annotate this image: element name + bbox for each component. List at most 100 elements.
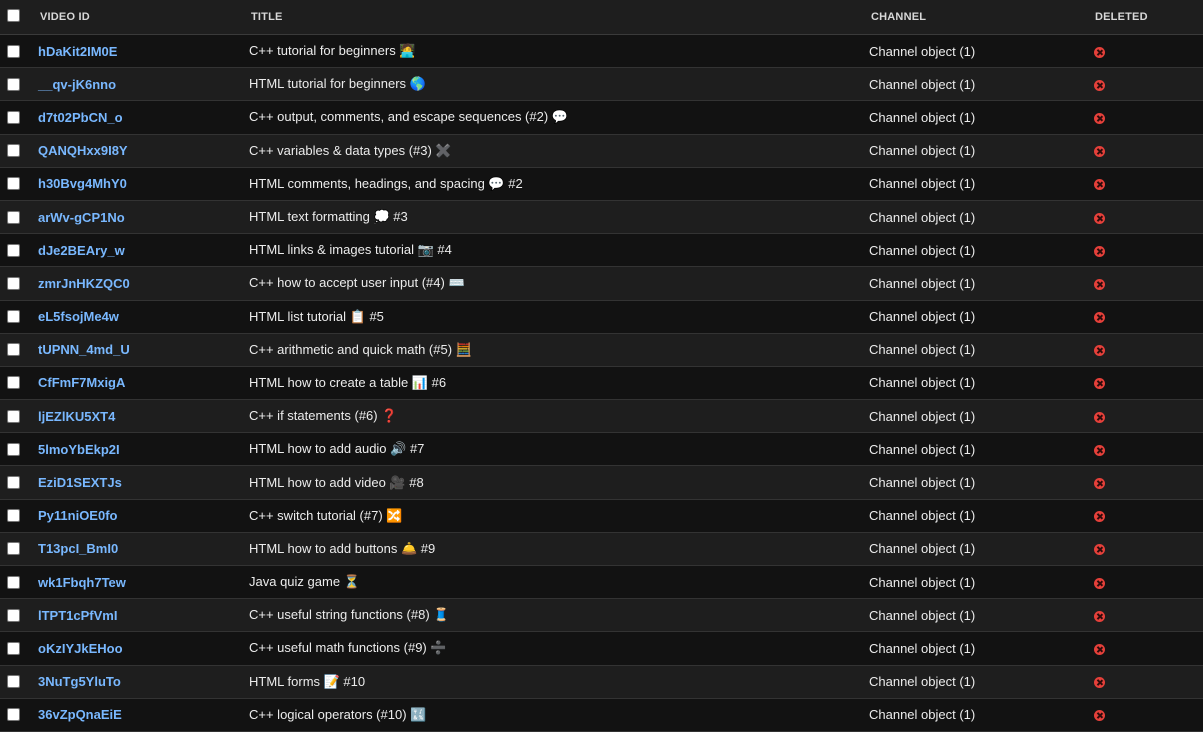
row-select-checkbox[interactable]	[7, 77, 20, 91]
video-id-link[interactable]: ljEZlKU5XT4	[38, 409, 115, 424]
deleted-cell	[1094, 35, 1105, 67]
channel-value: Channel object (1)	[869, 76, 976, 92]
video-id-link[interactable]: eL5fsojMe4w	[38, 309, 119, 324]
table-body: hDaKit2IM0E C++ tutorial for beginners 🧑‍…	[0, 35, 1203, 732]
row-select-checkbox[interactable]	[7, 44, 20, 58]
table-row: zmrJnHKZQC0 C++ how to accept user input …	[0, 267, 1203, 301]
row-select-checkbox[interactable]	[7, 310, 20, 324]
table-row: T13pcI_BmI0 HTML how to add buttons 🛎️ #9…	[0, 532, 1203, 566]
channel-value: Channel object (1)	[869, 707, 976, 723]
channel-value: Channel object (1)	[869, 640, 976, 656]
table-row: oKzIYJkEHoo C++ useful math functions (#9…	[0, 632, 1203, 666]
video-id-link[interactable]: 36vZpQnaEiE	[38, 707, 122, 722]
table-row: __qv-jK6nno HTML tutorial for beginners 🌎…	[0, 68, 1203, 102]
video-id-link[interactable]: __qv-jK6nno	[38, 77, 116, 92]
deleted-cell	[1094, 101, 1105, 133]
delete-x-circle-icon	[1094, 411, 1105, 423]
video-id-link[interactable]: QANQHxx9I8Y	[38, 143, 128, 158]
channel-cell: Channel object (1)	[869, 168, 975, 200]
video-id-link[interactable]: oKzIYJkEHoo	[38, 641, 123, 656]
row-select-checkbox[interactable]	[7, 542, 20, 556]
deleted-cell	[1094, 234, 1105, 266]
row-select-checkbox[interactable]	[7, 608, 20, 622]
channel-value: Channel object (1)	[869, 143, 976, 159]
delete-x-circle-icon	[1094, 511, 1105, 523]
video-id-cell: T13pcI_BmI0	[38, 533, 118, 565]
row-select-checkbox[interactable]	[7, 675, 20, 689]
row-select-cell	[7, 201, 21, 233]
channel-value: Channel object (1)	[869, 674, 976, 690]
video-id-cell: Py11niOE0fo	[38, 500, 117, 532]
column-header-channel[interactable]: CHANNEL	[871, 0, 926, 34]
video-id-link[interactable]: hDaKit2IM0E	[38, 44, 117, 59]
video-id-link[interactable]: lTPT1cPfVmI	[38, 608, 117, 623]
video-id-link[interactable]: Py11niOE0fo	[38, 508, 117, 523]
video-id-link[interactable]: EziD1SEXTJs	[38, 475, 122, 490]
channel-cell: Channel object (1)	[869, 135, 975, 167]
video-id-link[interactable]: T13pcI_BmI0	[38, 541, 118, 556]
row-select-checkbox[interactable]	[7, 110, 20, 124]
title-cell: C++ variables & data types (#3) ✖️	[249, 135, 452, 167]
row-select-cell	[7, 367, 21, 399]
deleted-cell	[1094, 201, 1105, 233]
row-select-checkbox[interactable]	[7, 177, 20, 191]
row-select-checkbox[interactable]	[7, 509, 20, 523]
column-header-video-id[interactable]: VIDEO ID	[40, 0, 90, 34]
row-select-checkbox[interactable]	[7, 476, 20, 490]
video-id-link[interactable]: arWv-gCP1No	[38, 210, 125, 225]
video-title: HTML text formatting 💭 #3	[249, 209, 408, 225]
video-id-cell: h30Bvg4MhY0	[38, 168, 127, 200]
channel-value: Channel object (1)	[869, 508, 976, 524]
channel-cell: Channel object (1)	[869, 101, 975, 133]
table-row: d7t02PbCN_o C++ output, comments, and esc…	[0, 101, 1203, 135]
row-select-checkbox[interactable]	[7, 210, 20, 224]
video-id-link[interactable]: CfFmF7MxigA	[38, 375, 125, 390]
delete-x-circle-icon	[1094, 345, 1105, 357]
table-row: 5lmoYbEkp2I HTML how to add audio 🔊 #7 Cha…	[0, 433, 1203, 467]
delete-x-circle-icon	[1094, 610, 1105, 622]
video-id-link[interactable]: d7t02PbCN_o	[38, 110, 123, 125]
row-select-cell	[7, 168, 21, 200]
video-id-link[interactable]: h30Bvg4MhY0	[38, 176, 127, 191]
video-id-link[interactable]: dJe2BEAry_w	[38, 243, 125, 258]
delete-x-circle-icon	[1094, 444, 1105, 456]
deleted-cell	[1094, 566, 1105, 598]
row-select-checkbox[interactable]	[7, 708, 20, 722]
channel-value: Channel object (1)	[869, 541, 976, 557]
row-select-checkbox[interactable]	[7, 243, 20, 257]
deleted-cell	[1094, 533, 1105, 565]
video-id-link[interactable]: wk1Fbqh7Tew	[38, 575, 126, 590]
channel-cell: Channel object (1)	[869, 267, 975, 299]
delete-x-circle-icon	[1094, 710, 1105, 722]
row-select-checkbox[interactable]	[7, 144, 20, 158]
channel-value: Channel object (1)	[869, 309, 976, 325]
column-header-title[interactable]: TITLE	[251, 0, 283, 34]
title-cell: C++ switch tutorial (#7) 🔀	[249, 500, 402, 532]
select-all-checkbox[interactable]	[7, 8, 20, 22]
deleted-cell	[1094, 500, 1105, 532]
delete-x-circle-icon	[1094, 577, 1105, 589]
row-select-checkbox[interactable]	[7, 343, 20, 357]
channel-value: Channel object (1)	[869, 475, 976, 491]
video-id-link[interactable]: 3NuTg5YluTo	[38, 674, 121, 689]
channel-value: Channel object (1)	[869, 408, 976, 424]
video-id-link[interactable]: tUPNN_4md_U	[38, 342, 130, 357]
row-select-checkbox[interactable]	[7, 409, 20, 423]
video-id-cell: dJe2BEAry_w	[38, 234, 125, 266]
row-select-checkbox[interactable]	[7, 641, 20, 655]
title-cell: HTML text formatting 💭 #3	[249, 201, 408, 233]
video-title: HTML how to create a table 📊 #6	[249, 374, 447, 390]
row-select-checkbox[interactable]	[7, 276, 20, 290]
video-id-link[interactable]: zmrJnHKZQC0	[38, 276, 130, 291]
video-title: HTML comments, headings, and spacing 💬 #…	[249, 175, 523, 191]
row-select-checkbox[interactable]	[7, 442, 20, 456]
channel-cell: Channel object (1)	[869, 433, 975, 465]
row-select-cell	[7, 599, 21, 631]
video-title: C++ if statements (#6) ❓	[249, 408, 398, 424]
column-header-deleted[interactable]: DELETED	[1095, 0, 1148, 34]
row-select-checkbox[interactable]	[7, 575, 20, 589]
video-id-link[interactable]: 5lmoYbEkp2I	[38, 442, 120, 457]
row-select-checkbox[interactable]	[7, 376, 20, 390]
channel-value: Channel object (1)	[869, 375, 976, 391]
deleted-cell	[1094, 433, 1105, 465]
